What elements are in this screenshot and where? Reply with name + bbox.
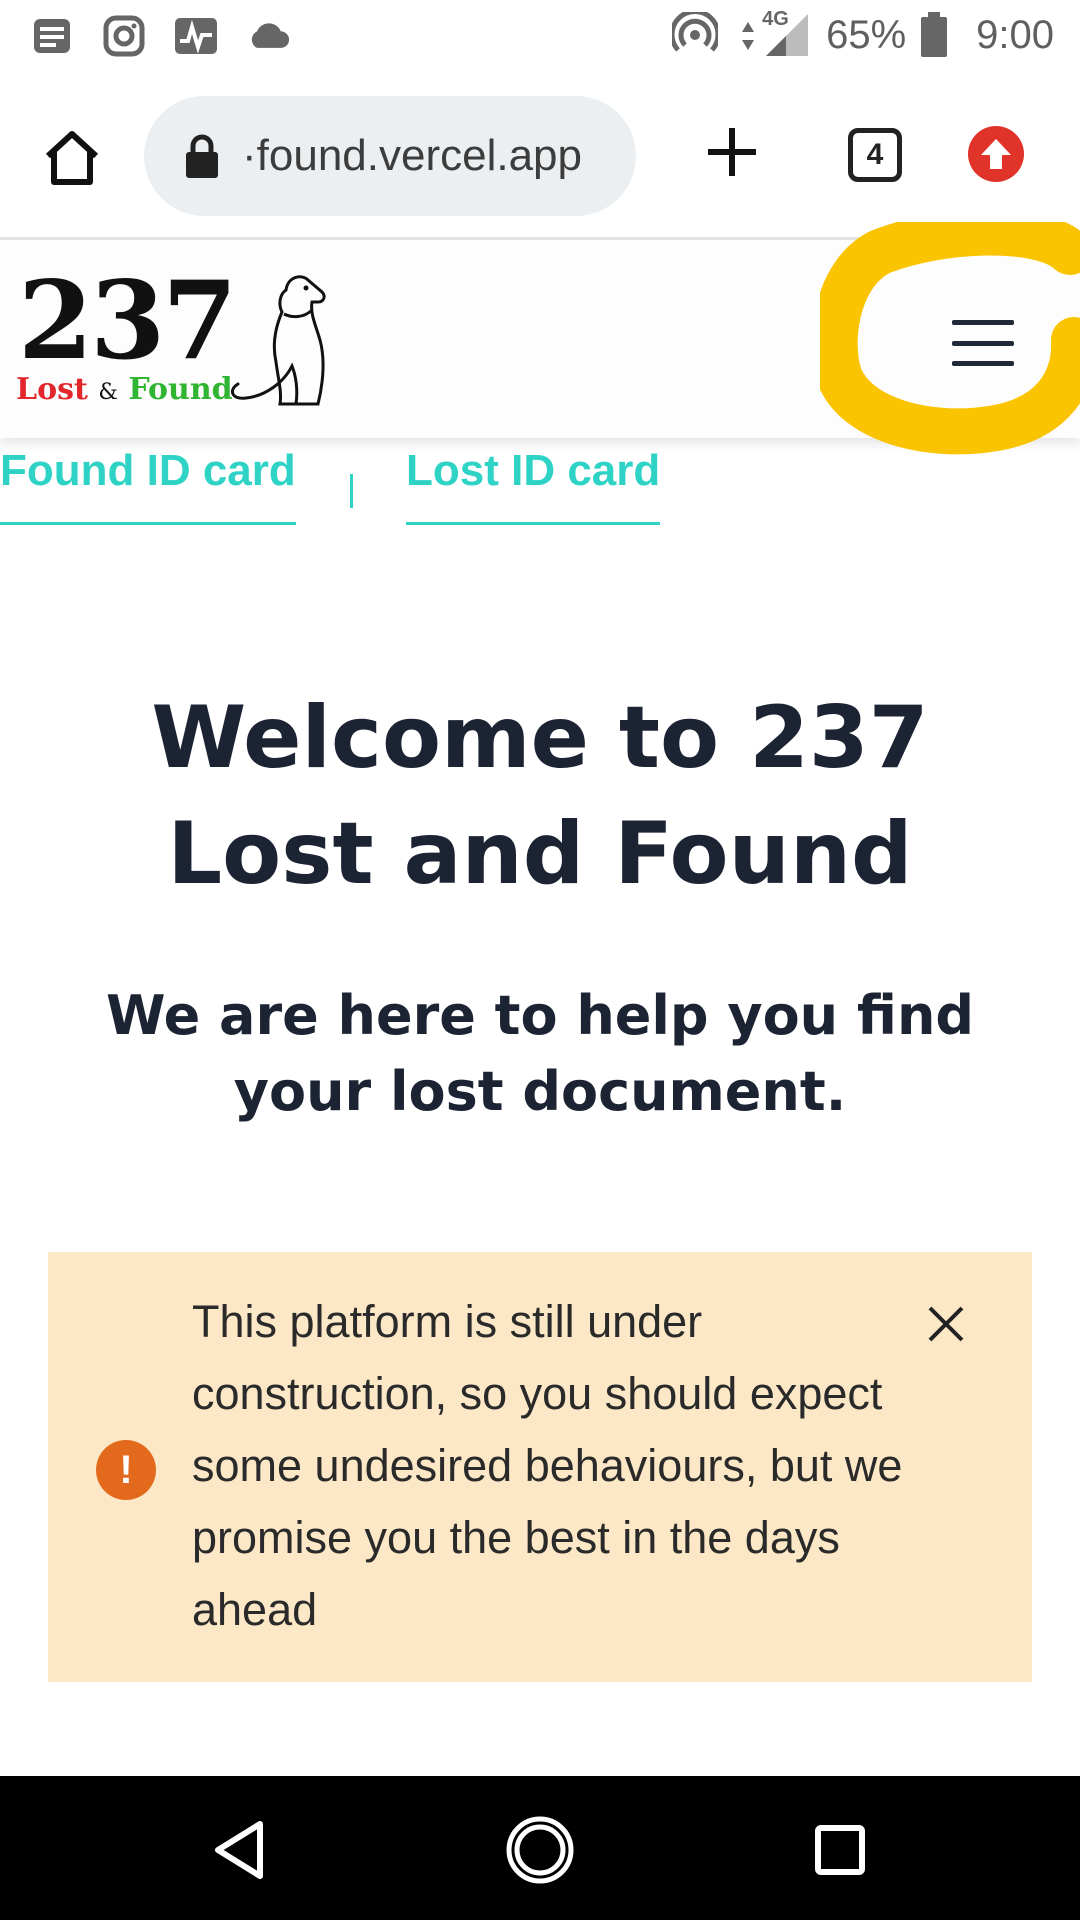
address-bar[interactable]: ·found.vercel.app — [144, 96, 636, 216]
page-title: Welcome to 237 Lost and Found — [151, 688, 929, 904]
browser-toolbar: ·found.vercel.app 4 — [0, 76, 1080, 240]
menu-icon-line — [952, 340, 1014, 346]
home-nav-button[interactable] — [500, 1810, 580, 1890]
tab-count: 4 — [866, 138, 884, 171]
update-button[interactable] — [968, 126, 1024, 182]
construction-alert: ! This platform is still under construct… — [48, 1252, 1032, 1682]
screen: 4G 65% 9:00 ·found.vercel.app 4 237 Lost… — [0, 0, 1080, 1920]
recents-button[interactable] — [800, 1810, 880, 1890]
back-button[interactable] — [202, 1810, 282, 1890]
home-circle-icon — [506, 1816, 574, 1884]
battery-percent: 65% — [826, 12, 907, 57]
dog-icon — [230, 275, 326, 406]
menu-button[interactable] — [952, 320, 1014, 366]
close-alert-button[interactable] — [924, 1302, 968, 1346]
arrow-up-icon — [981, 139, 1011, 169]
plus-icon — [708, 128, 756, 176]
cloud-icon — [246, 14, 290, 58]
url-text: ·found.vercel.app — [242, 131, 582, 180]
site-logo[interactable]: 237 Lost & Found — [14, 258, 354, 416]
notification-icons — [30, 14, 290, 58]
battery-icon — [921, 12, 948, 57]
tab-found-id-card[interactable]: Found ID card — [0, 446, 296, 525]
network-type: 4G — [762, 8, 789, 30]
tab-divider — [350, 474, 353, 508]
menu-icon-line — [952, 320, 1014, 325]
home-button[interactable] — [40, 126, 104, 190]
new-tab-button[interactable] — [704, 124, 760, 180]
tab-switcher-button[interactable]: 4 — [848, 128, 902, 182]
clock: 9:00 — [976, 12, 1054, 57]
news-icon — [30, 14, 74, 58]
system-status: 4G 65% 9:00 — [672, 8, 1054, 60]
menu-icon-line — [952, 361, 1014, 366]
tab-lost-id-card[interactable]: Lost ID card — [406, 446, 661, 525]
hotspot-icon — [672, 12, 719, 52]
logo-number: 237 — [18, 258, 237, 384]
id-card-tabs: Found ID card Lost ID card — [0, 446, 1080, 542]
instagram-icon — [102, 14, 146, 58]
close-icon — [928, 1306, 964, 1342]
alert-message: This platform is still under constructio… — [192, 1296, 903, 1635]
page-subtitle: We are here to help you find your lost d… — [105, 984, 975, 1123]
site-header: 237 Lost & Found — [0, 242, 1080, 438]
back-icon — [215, 1821, 263, 1879]
signal-indicator: 4G — [732, 8, 812, 60]
activity-icon — [174, 14, 218, 58]
lock-icon — [186, 134, 218, 178]
status-bar: 4G 65% 9:00 — [0, 0, 1080, 76]
recents-icon — [815, 1825, 865, 1875]
logo-tagline: Lost & Found — [16, 372, 233, 407]
system-navigation-bar — [0, 1776, 1080, 1920]
home-icon — [45, 131, 99, 185]
warning-icon: ! — [96, 1440, 156, 1500]
